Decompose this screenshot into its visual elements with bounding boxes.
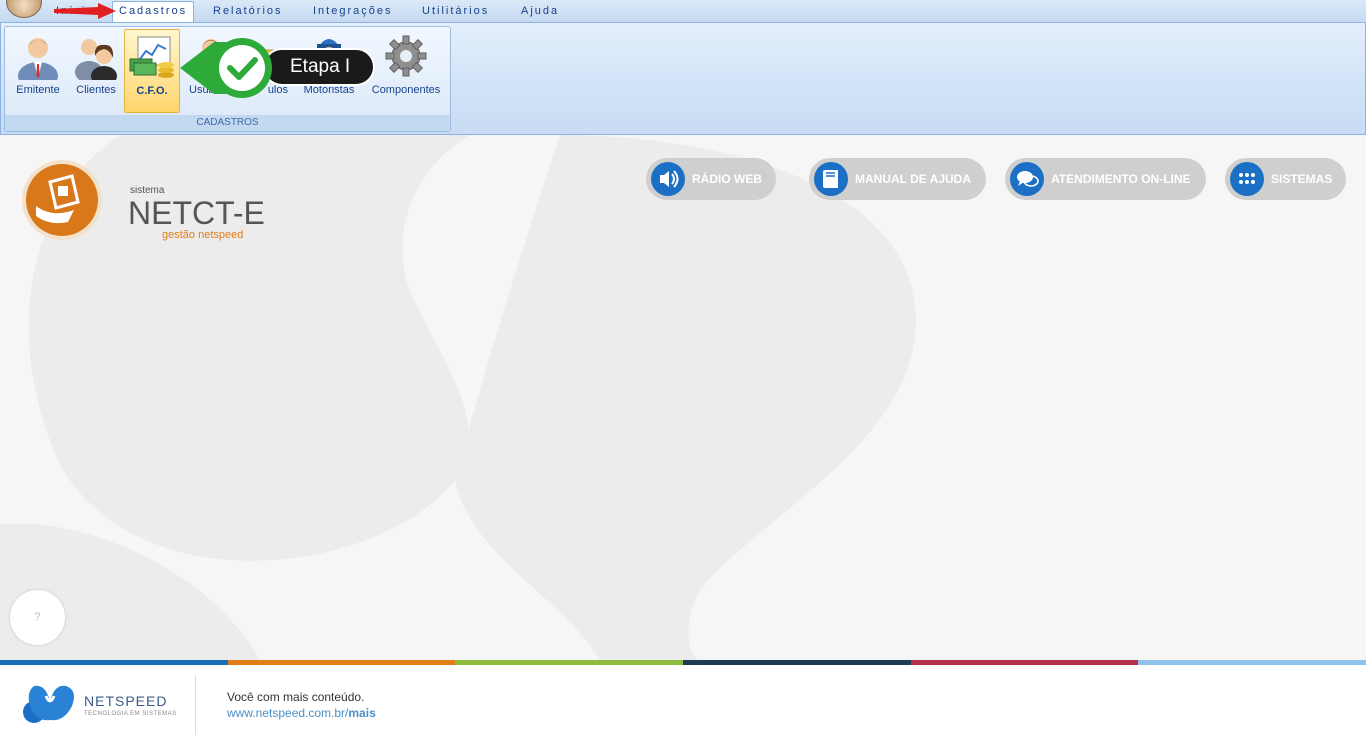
chat-icon bbox=[1010, 162, 1044, 196]
speaker-icon bbox=[651, 162, 685, 196]
book-icon bbox=[814, 162, 848, 196]
manual-ajuda-button[interactable]: MANUAL DE AJUDA bbox=[809, 158, 986, 200]
clientes-button[interactable]: Clientes bbox=[68, 29, 124, 111]
main-area: sistema NETCT-E gestão netspeed RÁDIO WE… bbox=[0, 135, 1366, 660]
radio-web-label: RÁDIO WEB bbox=[692, 172, 762, 186]
footer-text: Você com mais conteúdo. bbox=[227, 690, 365, 704]
manual-ajuda-label: MANUAL DE AJUDA bbox=[855, 172, 972, 186]
user-icon bbox=[18, 38, 58, 80]
brand-name: NETCT-E bbox=[128, 195, 265, 231]
radio-web-button[interactable]: RÁDIO WEB bbox=[646, 158, 776, 200]
netspeed-tagline: TECNOLOGIA EM SISTEMAS bbox=[84, 711, 177, 717]
netspeed-brand: NETSPEED bbox=[84, 693, 168, 709]
footer: NETSPEED TECNOLOGIA EM SISTEMAS Você com… bbox=[0, 665, 1366, 743]
brand-subtitle: gestão netspeed bbox=[162, 229, 244, 241]
help-button[interactable]: ? bbox=[10, 590, 65, 645]
tab-cadastros[interactable]: Cadastros bbox=[112, 1, 195, 23]
netspeed-logo-icon bbox=[23, 685, 74, 723]
footer-divider bbox=[195, 675, 196, 735]
ribbon-group-title: CADASTROS bbox=[5, 115, 450, 131]
cfo-label: C.F.O. bbox=[136, 85, 168, 97]
tab-ajuda[interactable]: Ajuda bbox=[515, 2, 565, 22]
money-chart-icon bbox=[129, 36, 174, 78]
footer-link[interactable]: www.netspeed.com.br/mais bbox=[227, 706, 376, 720]
users-icon bbox=[75, 39, 117, 80]
tab-integracoes[interactable]: Integrações bbox=[307, 2, 398, 22]
atendimento-online-button[interactable]: ATENDIMENTO ON-LINE bbox=[1005, 158, 1206, 200]
gear-icon bbox=[385, 35, 427, 77]
emitente-label: Emitente bbox=[16, 84, 60, 96]
tab-utilitarios[interactable]: Utilitários bbox=[416, 2, 495, 22]
clientes-label: Clientes bbox=[76, 84, 116, 96]
cfo-button[interactable]: C.F.O. bbox=[124, 29, 180, 113]
grid-icon bbox=[1230, 162, 1264, 196]
emitente-button[interactable]: Emitente bbox=[8, 29, 68, 111]
sistemas-label: SISTEMAS bbox=[1271, 172, 1333, 186]
step-callout-label: Etapa I bbox=[290, 56, 351, 77]
footer-link-prefix: www.netspeed.com.br/ bbox=[227, 706, 349, 720]
footer-link-suffix: mais bbox=[348, 706, 376, 720]
netcte-logo bbox=[22, 160, 102, 240]
red-arrow-annotation bbox=[54, 3, 116, 19]
sistemas-button[interactable]: SISTEMAS bbox=[1225, 158, 1346, 200]
tab-relatorios[interactable]: Relatórios bbox=[207, 2, 289, 22]
atendimento-online-label: ATENDIMENTO ON-LINE bbox=[1051, 172, 1191, 186]
app-menu-button[interactable] bbox=[6, 0, 42, 18]
ribbon-tabbar: Início Cadastros Relatórios Integrações … bbox=[0, 0, 1366, 23]
